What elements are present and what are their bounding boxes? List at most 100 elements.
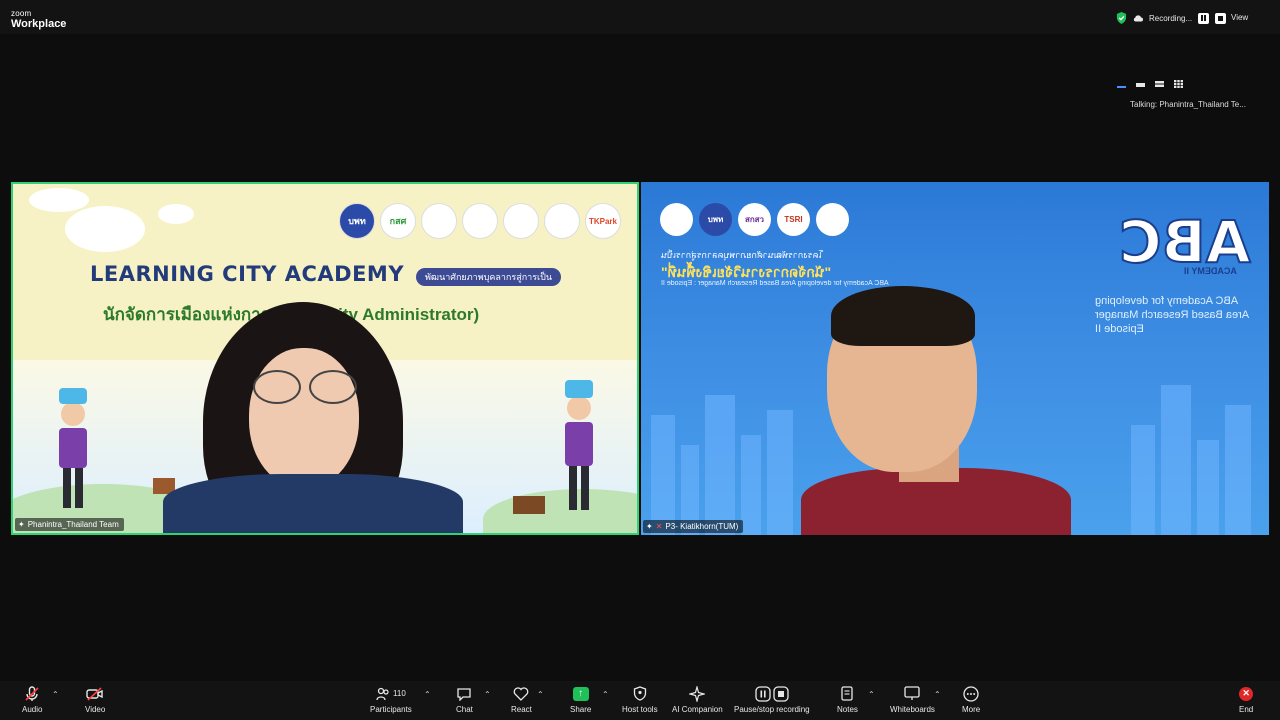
sponsor-logo: TKPark	[585, 203, 621, 239]
academy-subtitle: พัฒนาศักยภาพบุคลากรสู่การเป็น	[416, 268, 561, 286]
participants-caret[interactable]: ⌃	[424, 690, 431, 699]
skyline-building	[1161, 385, 1191, 535]
presenter-face	[249, 348, 359, 488]
notes-icon	[841, 686, 854, 701]
skyline-building	[1225, 405, 1251, 535]
ai-companion-icon	[689, 685, 706, 702]
sponsor-logo	[544, 203, 580, 239]
notes-button[interactable]: Notes	[837, 685, 858, 714]
talking-indicator: Talking: Phanintra_Thailand Te...	[1130, 100, 1246, 109]
end-label: End	[1239, 705, 1254, 714]
react-caret[interactable]: ⌃	[537, 690, 544, 699]
presenter-shirt	[163, 474, 463, 533]
stop-icon	[1218, 15, 1224, 21]
layout-switcher	[1117, 80, 1183, 88]
sponsor-logo	[421, 203, 457, 239]
pin-icon: ✦	[18, 520, 25, 529]
skyline-building	[1197, 440, 1219, 535]
ai-companion-button[interactable]: AI Companion	[672, 685, 723, 714]
house-decoration	[513, 496, 545, 514]
skyline-building	[1131, 425, 1155, 535]
share-label: Share	[570, 705, 592, 714]
mic-muted-icon	[25, 685, 39, 701]
view-button[interactable]: View	[1231, 13, 1248, 22]
academy-headline: LEARNING CITY ACADEMY	[90, 262, 405, 286]
chat-label: Chat	[456, 705, 473, 714]
top-bar: zoom Workplace Recording... View	[0, 0, 1280, 34]
sponsor-logo	[503, 203, 539, 239]
presenter-glasses	[253, 370, 357, 404]
share-icon: ↑	[572, 686, 589, 701]
end-button[interactable]: ✕ End	[1239, 685, 1253, 714]
react-button[interactable]: React	[511, 685, 532, 714]
skyline-building	[767, 410, 793, 535]
mic-muted-small-icon: ✕	[655, 522, 663, 531]
stop-recording-button[interactable]	[1215, 12, 1227, 24]
more-icon	[963, 685, 979, 702]
side-layout-icon[interactable]	[1155, 80, 1164, 88]
host-tools-button[interactable]: Host tools	[622, 685, 658, 714]
cartoon-character-left	[53, 384, 93, 514]
video-tile-kiatikhorn[interactable]: บพท สกสว TSRI โครงการพัฒนาศักยภาพบุคลากร…	[641, 182, 1269, 535]
end-icon: ✕	[1239, 686, 1254, 701]
sponsor-logo: สกสว	[738, 203, 771, 236]
host-tools-icon	[633, 686, 646, 701]
participants-count: 110	[393, 689, 406, 698]
sponsor-logo	[660, 203, 693, 236]
cartoon-character-right	[559, 376, 599, 516]
audio-label: Audio	[22, 705, 43, 714]
abc-sublogo: ACADEMY II	[1184, 266, 1237, 276]
recording-status[interactable]: Recording...	[1116, 12, 1227, 24]
whiteboards-label: Whiteboards	[890, 705, 935, 714]
participant-name-tag: ✦ Phanintra_Thailand Team	[15, 518, 124, 531]
ai-companion-label: AI Companion	[672, 705, 723, 714]
sponsor-logo	[462, 203, 498, 239]
whiteboard-icon	[904, 686, 921, 700]
sponsor-logo: บพท	[699, 203, 732, 236]
security-shield-icon	[1116, 12, 1127, 24]
participants-button[interactable]: 110 Participants	[370, 685, 412, 714]
sponsor-logos: บพท กสศ TKPark	[339, 203, 621, 239]
brand-small: zoom	[11, 9, 32, 18]
program-line-3: ABC Academy for developing Area Based Re…	[661, 280, 889, 287]
meeting-toolbar: Audio ⌃ Video 110 Participants ⌃ Chat ⌃ …	[0, 681, 1280, 720]
skyline-building	[741, 435, 761, 535]
share-caret[interactable]: ⌃	[602, 690, 609, 699]
recording-label: Recording...	[1149, 13, 1193, 23]
share-button[interactable]: ↑ Share	[570, 685, 591, 714]
more-button[interactable]: More	[962, 685, 980, 714]
pause-record-icon	[755, 685, 789, 702]
whiteboards-caret[interactable]: ⌃	[934, 690, 941, 699]
participant-name: P3- Kiatikhorn(TUM)	[665, 522, 739, 531]
cloud-decoration	[65, 206, 145, 252]
video-tile-phanintra[interactable]: บพท กสศ TKPark LEARNING CITY ACADEMY พัฒ…	[11, 182, 639, 535]
host-tools-label: Host tools	[622, 705, 658, 714]
pin-icon: ✦	[646, 522, 653, 531]
sponsor-logo: บพท	[339, 203, 375, 239]
program-line-1: โครงการพัฒนาศักยภาพบุคลากรสู่การเป็น	[661, 250, 824, 260]
sponsor-logo: TSRI	[777, 203, 810, 236]
react-label: React	[511, 705, 532, 714]
sponsor-logos-right: บพท สกสว TSRI	[660, 203, 849, 236]
chat-button[interactable]: Chat	[456, 685, 473, 714]
strip-layout-icon[interactable]	[1136, 80, 1145, 88]
chat-caret[interactable]: ⌃	[484, 690, 491, 699]
video-off-icon	[86, 686, 103, 701]
chat-icon	[457, 687, 472, 701]
speaker-layout-icon[interactable]	[1117, 80, 1126, 88]
pause-stop-recording-button[interactable]: Pause/stop recording	[734, 685, 810, 714]
notes-label: Notes	[837, 705, 858, 714]
pause-recording-label: Pause/stop recording	[734, 705, 810, 714]
more-label: More	[962, 705, 981, 714]
pause-icon	[1201, 15, 1207, 21]
whiteboards-button[interactable]: Whiteboards	[890, 685, 935, 714]
pause-recording-button[interactable]	[1198, 12, 1210, 24]
zoom-brand: zoom Workplace	[11, 10, 66, 30]
video-label: Video	[85, 705, 106, 714]
gallery-layout-icon[interactable]	[1174, 80, 1183, 88]
sponsor-logo	[816, 203, 849, 236]
audio-options-caret[interactable]: ⌃	[52, 690, 59, 699]
video-button[interactable]: Video	[85, 685, 105, 714]
notes-caret[interactable]: ⌃	[868, 690, 875, 699]
audio-button[interactable]: Audio	[22, 685, 42, 714]
